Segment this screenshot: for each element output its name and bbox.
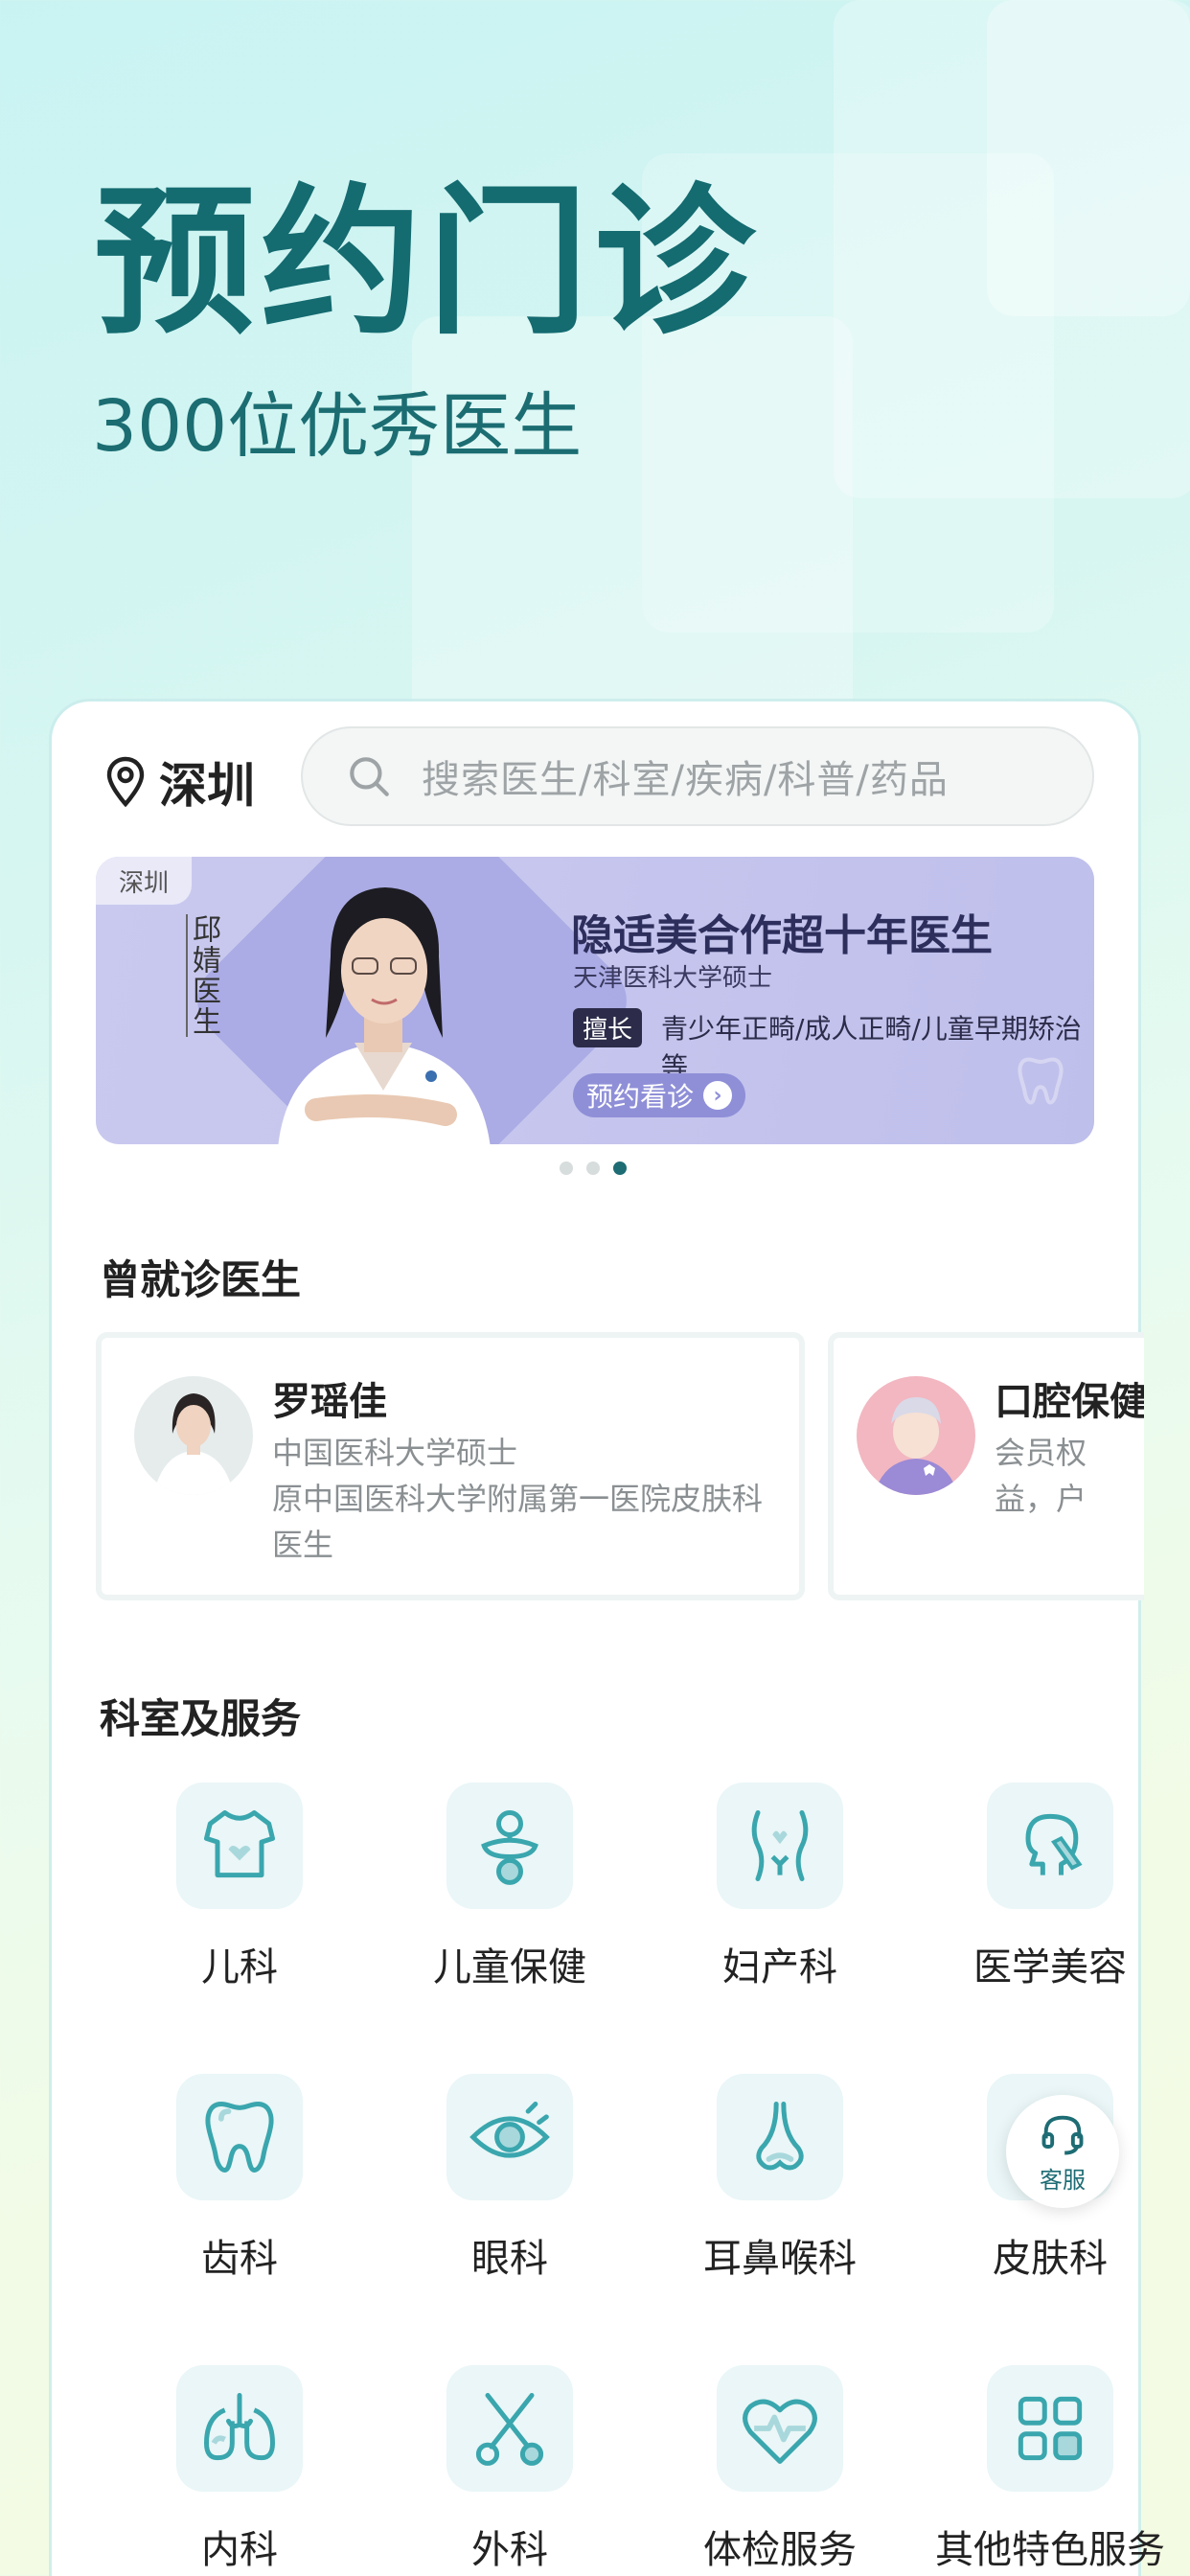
service-name: 口腔保健	[995, 1380, 1144, 1424]
customer-service-label: 客服	[1040, 2166, 1086, 2194]
visited-doctors-title: 曾就诊医生	[100, 1256, 302, 1303]
search-placeholder: 搜索医生/科室/疾病/科普/药品	[422, 758, 949, 802]
hero-subtitle: 300位优秀医生	[92, 385, 583, 468]
doctor-banner[interactable]: 深圳 邱婧医生 隐适美合作超十年医生 天津医科大学硕士 擅长 青少年正畸/成人正…	[96, 857, 1094, 1144]
pacifier-icon	[481, 1810, 538, 1885]
visited-doctor-card[interactable]: 罗瑶佳 中国医科大学硕士 原中国医科大学附属第一医院皮肤科医生	[96, 1332, 805, 1600]
dept-label: 齿科	[201, 2237, 278, 2281]
uterus-icon	[751, 1810, 809, 1881]
pagination-dot[interactable]	[560, 1162, 573, 1175]
dept-checkup[interactable]: 体检服务	[646, 2365, 914, 2574]
book-appointment-button[interactable]: 预约看诊 ›	[573, 1073, 746, 1117]
banner-city-tag: 深圳	[96, 857, 192, 905]
dental-care-avatar	[857, 1376, 975, 1495]
dept-label: 皮肤科	[993, 2237, 1108, 2281]
city-name: 深圳	[159, 758, 255, 814]
visited-doctor-card[interactable]: 口腔保健 会员权益，户	[828, 1332, 1144, 1600]
search-icon	[350, 757, 389, 796]
grid-icon	[1018, 2396, 1083, 2461]
dept-label: 医学美容	[973, 1945, 1127, 1990]
dept-pediatrics[interactable]: 儿科	[105, 1782, 374, 1991]
headset-icon	[1041, 2115, 1084, 2154]
hero-title: 预约门诊	[94, 169, 761, 356]
search-bar[interactable]: 搜索医生/科室/疾病/科普/药品	[301, 726, 1094, 826]
doctor-name: 罗瑶佳	[272, 1380, 387, 1424]
dept-other-services[interactable]: 其他特色服务	[916, 2365, 1184, 2574]
dept-ent[interactable]: 耳鼻喉科	[646, 2074, 914, 2283]
tooth-watermark-icon	[1018, 1057, 1064, 1105]
face-beauty-icon	[1025, 1813, 1083, 1875]
customer-service-button[interactable]: 客服	[1006, 2095, 1119, 2208]
banner-pagination	[560, 1162, 627, 1175]
nose-icon	[756, 2102, 804, 2171]
dept-label: 妇产科	[722, 1945, 837, 1990]
book-appointment-label: 预约看诊	[586, 1081, 695, 1113]
chevron-right-icon: ›	[703, 1081, 733, 1110]
lungs-icon	[204, 2393, 275, 2461]
dept-child-health[interactable]: 儿童保健	[376, 1782, 644, 1991]
location-selector[interactable]: 深圳	[102, 748, 255, 816]
tooth-icon	[205, 2102, 274, 2173]
dept-label: 儿童保健	[433, 1945, 586, 1990]
service-description: 会员权益，户	[995, 1435, 1087, 1517]
dept-cosmetic[interactable]: 医学美容	[916, 1782, 1184, 1991]
dept-label: 内科	[201, 2528, 278, 2572]
dept-label: 儿科	[201, 1945, 278, 1990]
banner-doctor-name: 邱婧医生	[186, 914, 224, 1037]
dept-label: 其他特色服务	[935, 2528, 1165, 2572]
banner-title: 隐适美合作超十年医生	[571, 911, 993, 960]
pagination-dot[interactable]	[586, 1162, 600, 1175]
dept-label: 外科	[471, 2528, 548, 2572]
pagination-dot-active[interactable]	[613, 1162, 627, 1175]
doctor-portrait	[278, 887, 491, 1144]
dept-internal-medicine[interactable]: 内科	[105, 2365, 374, 2574]
dept-label: 眼科	[471, 2237, 548, 2281]
departments-title: 科室及服务	[100, 1695, 302, 1742]
dept-ophthalmology[interactable]: 眼科	[376, 2074, 644, 2283]
dept-label: 耳鼻喉科	[703, 2237, 857, 2281]
eye-icon	[469, 2102, 550, 2158]
baby-clothes-icon	[204, 1810, 275, 1878]
location-pin-icon	[106, 756, 145, 808]
main-card: 深圳 搜索医生/科室/疾病/科普/药品 深圳 邱婧医生 隐适美合作超十年医生 天…	[52, 702, 1165, 2576]
doctor-avatar	[134, 1376, 253, 1495]
dept-obstetrics[interactable]: 妇产科	[646, 1782, 914, 1991]
background-decoration	[987, 0, 1190, 316]
dept-surgery[interactable]: 外科	[376, 2365, 644, 2574]
banner-subtitle: 天津医科大学硕士	[573, 964, 773, 993]
doctor-description: 中国医科大学硕士 原中国医科大学附属第一医院皮肤科医生	[272, 1435, 764, 1563]
specialty-tag: 擅长	[573, 1008, 643, 1047]
heart-pulse-icon	[743, 2399, 817, 2464]
scissors-icon	[475, 2393, 544, 2466]
dept-label: 体检服务	[703, 2528, 857, 2572]
dept-dental[interactable]: 齿科	[105, 2074, 374, 2283]
